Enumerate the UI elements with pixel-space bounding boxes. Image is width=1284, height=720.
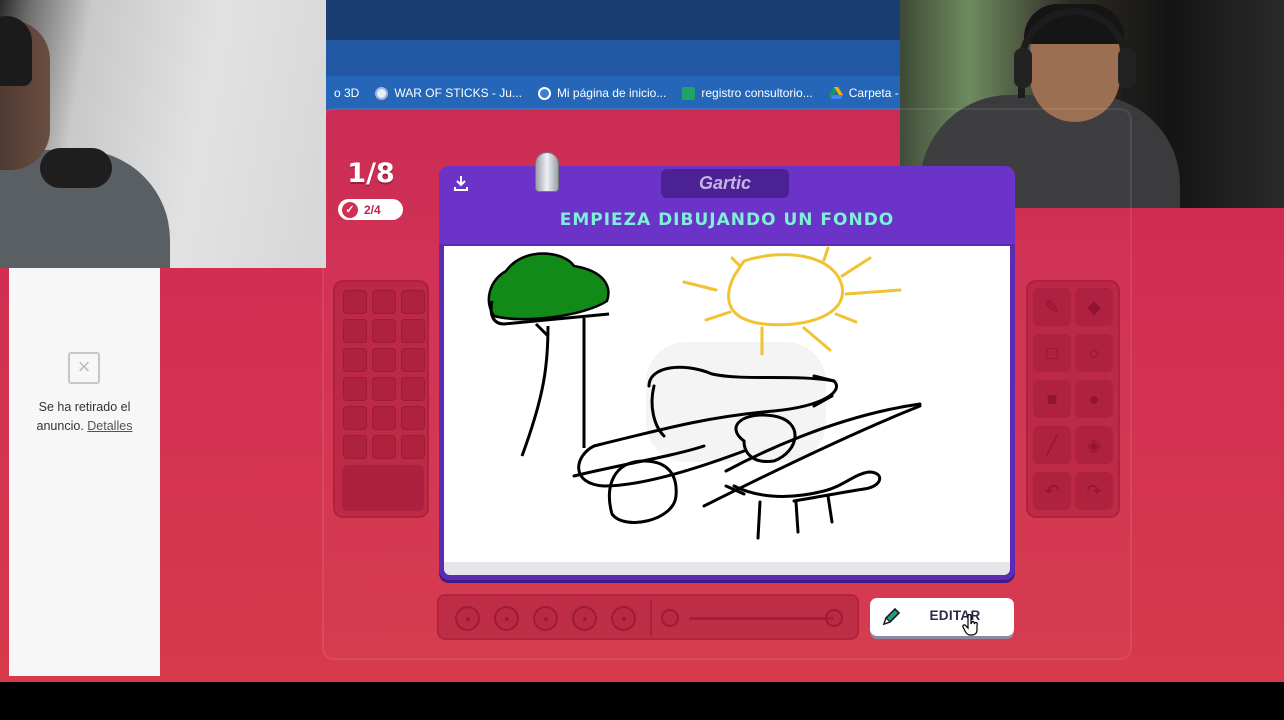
drive-icon	[828, 86, 843, 99]
palette-swatch[interactable]	[343, 348, 367, 372]
ad-removed-icon: ×	[68, 352, 100, 384]
webcam-left	[0, 0, 326, 268]
palette-swatch[interactable]	[401, 348, 425, 372]
palette-swatch[interactable]	[343, 377, 367, 401]
tree-drawing	[487, 252, 610, 457]
ad-removed-text: Se ha retirado el anuncio. Detalles	[17, 398, 152, 436]
slider-min-handle[interactable]	[661, 609, 679, 627]
browser-titlebar	[326, 0, 900, 40]
step-badge: ✓ 2/4	[338, 199, 403, 220]
check-icon: ✓	[342, 201, 358, 218]
brush-size-button[interactable]	[455, 606, 480, 631]
bookmark-label: o 3D	[334, 86, 360, 100]
palette-swatch[interactable]	[372, 406, 396, 430]
slider-max-handle[interactable]	[825, 609, 843, 627]
edit-button[interactable]: EDITAR	[870, 598, 1014, 636]
divider	[650, 600, 652, 636]
download-icon[interactable]	[451, 174, 471, 194]
brand-tab: Gartic	[661, 169, 789, 198]
bookmarks-bar: o 3D WAR OF STICKS - Ju... Mi página de …	[326, 76, 900, 110]
brush-size-button[interactable]	[533, 606, 558, 631]
brush-size-button[interactable]	[611, 606, 636, 631]
brush-controls	[437, 594, 859, 640]
color-palette	[333, 280, 429, 518]
redo-icon[interactable]: ↷	[1075, 472, 1113, 510]
sun-drawing	[682, 246, 902, 356]
palette-swatch[interactable]	[343, 290, 367, 314]
bookmark-item[interactable]: WAR OF STICKS - Ju...	[367, 86, 530, 100]
edit-label: EDITAR	[929, 608, 981, 623]
bookmark-item[interactable]: Carpeta - Googl	[821, 86, 900, 100]
hand-cursor-icon	[962, 614, 978, 636]
palette-swatch[interactable]	[343, 319, 367, 343]
palette-swatch[interactable]	[372, 435, 396, 459]
removed-ad-panel: × Se ha retirado el anuncio. Detalles	[9, 268, 160, 676]
bookmark-item[interactable]: o 3D	[326, 86, 367, 100]
opacity-slider[interactable]	[689, 617, 834, 620]
selected-color-swatch[interactable]	[342, 465, 424, 511]
palette-swatch[interactable]	[372, 348, 396, 372]
bookmark-label: registro consultorio...	[701, 86, 813, 100]
letterbox-bar	[0, 682, 1284, 720]
bucket-icon[interactable]: ◈	[1075, 426, 1113, 464]
palette-swatch[interactable]	[401, 406, 425, 430]
browser-toolbar	[326, 40, 900, 76]
pin-icon	[535, 152, 559, 192]
globe-icon	[375, 86, 389, 100]
palette-swatch[interactable]	[343, 406, 367, 430]
wordpress-icon	[537, 86, 551, 100]
canvas-frame	[444, 246, 1010, 575]
screen: o 3D WAR OF STICKS - Ju... Mi página de …	[0, 0, 1284, 682]
palette-swatch[interactable]	[401, 377, 425, 401]
sheets-icon	[682, 86, 696, 100]
tool-panel: ✎ ◆ □ ○ ■ ● ╱ ◈ ↶ ↷	[1026, 280, 1120, 518]
line-icon[interactable]: ╱	[1033, 426, 1071, 464]
step-counter: 2/4	[364, 202, 381, 217]
drawing-card: Gartic EMPIEZA DIBUJANDO UN FONDO	[439, 152, 1015, 580]
eraser-icon[interactable]: ◆	[1075, 288, 1113, 326]
palette-swatch[interactable]	[401, 319, 425, 343]
bookmark-item[interactable]: Mi página de inicio...	[530, 86, 674, 100]
palette-swatch[interactable]	[372, 290, 396, 314]
circle-outline-icon[interactable]: ○	[1075, 334, 1113, 372]
square-outline-icon[interactable]: □	[1033, 334, 1071, 372]
palette-swatch[interactable]	[401, 435, 425, 459]
palette-swatch[interactable]	[343, 435, 367, 459]
palette-swatch[interactable]	[372, 319, 396, 343]
palette-swatch[interactable]	[372, 377, 396, 401]
ad-details-link[interactable]: Detalles	[87, 419, 132, 433]
square-fill-icon[interactable]: ■	[1033, 380, 1071, 418]
watermark	[646, 342, 826, 462]
pencil-icon[interactable]: ✎	[1033, 288, 1071, 326]
circle-fill-icon[interactable]: ●	[1075, 380, 1113, 418]
undo-icon[interactable]: ↶	[1033, 472, 1071, 510]
brush-size-button[interactable]	[494, 606, 519, 631]
drawing-canvas[interactable]	[444, 246, 1010, 562]
brush-size-button[interactable]	[572, 606, 597, 631]
bookmark-label: Mi página de inicio...	[556, 86, 667, 100]
palette-swatch[interactable]	[401, 290, 425, 314]
instruction-title: EMPIEZA DIBUJANDO UN FONDO	[559, 210, 895, 230]
round-counter: 1/8	[347, 158, 395, 189]
bookmark-label: Carpeta - Googl	[848, 86, 900, 100]
bookmark-label: WAR OF STICKS - Ju...	[394, 86, 522, 100]
bookmark-item[interactable]: registro consultorio...	[674, 86, 820, 100]
